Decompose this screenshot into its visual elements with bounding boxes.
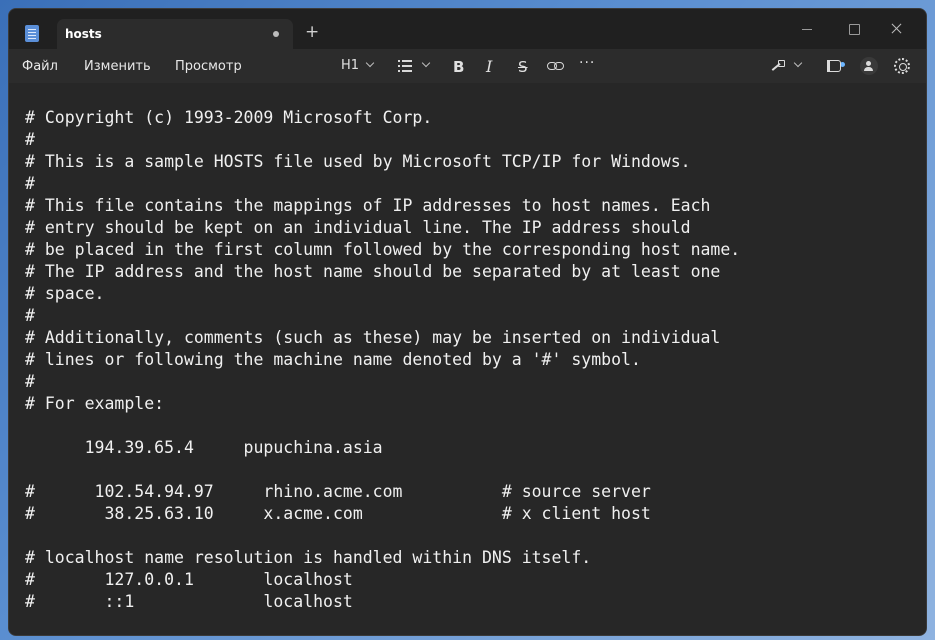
document-line[interactable]: # (25, 371, 740, 393)
account-icon (860, 57, 878, 75)
document-line[interactable] (25, 459, 740, 481)
document-line[interactable]: # 38.25.63.10 x.acme.com # x client host (25, 503, 740, 525)
document-line[interactable]: # space. (25, 283, 740, 305)
document-text[interactable]: # Copyright (c) 1993-2009 Microsoft Corp… (25, 107, 740, 613)
document-line[interactable]: # lines or following the machine name de… (25, 349, 740, 371)
document-line[interactable]: # This is a sample HOSTS file used by Mi… (25, 151, 740, 173)
megaphone-icon (827, 60, 841, 72)
document-line[interactable]: 194.39.65.4 pupuchina.asia (25, 437, 740, 459)
document-line[interactable]: # 102.54.94.97 rhino.acme.com # source s… (25, 481, 740, 503)
link-button[interactable] (547, 57, 565, 75)
settings-button[interactable] (894, 57, 910, 75)
tab-title: hosts (65, 27, 102, 41)
document-line[interactable]: # For example: (25, 393, 740, 415)
link-icon (547, 62, 564, 70)
document-line[interactable]: # (25, 305, 740, 327)
document-line[interactable]: # 127.0.0.1 localhost (25, 569, 740, 591)
notepad-app-icon (25, 25, 39, 42)
document-line[interactable]: # ::1 localhost (25, 591, 740, 613)
text-editor[interactable]: # Copyright (c) 1993-2009 Microsoft Corp… (9, 83, 926, 635)
list-dropdown[interactable] (398, 57, 434, 75)
document-line[interactable]: # (25, 129, 740, 151)
strikethrough-button[interactable]: S (518, 58, 528, 76)
document-line[interactable] (25, 415, 740, 437)
list-icon (398, 59, 412, 72)
heading-dropdown[interactable]: H1 (341, 57, 377, 75)
whats-new-button[interactable] (827, 57, 843, 75)
close-button[interactable] (875, 15, 919, 43)
minimize-button[interactable] (785, 15, 829, 43)
chevron-down-icon (365, 58, 375, 68)
notepad-window: hosts + Файл Изменить Просмотр H1 B I S … (8, 8, 927, 636)
document-line[interactable]: # be placed in the first column followed… (25, 239, 740, 261)
more-button[interactable]: ··· (579, 55, 595, 73)
document-line[interactable] (25, 525, 740, 547)
chevron-down-icon (421, 58, 431, 68)
document-line[interactable]: # This file contains the mappings of IP … (25, 195, 740, 217)
menu-view[interactable]: Просмотр (175, 59, 242, 74)
italic-button[interactable]: I (486, 57, 492, 76)
unsaved-dot-icon[interactable] (273, 31, 279, 37)
chevron-down-icon (793, 58, 803, 68)
document-line[interactable]: # Copyright (c) 1993-2009 Microsoft Corp… (25, 107, 740, 129)
gear-icon (894, 58, 910, 74)
heading-label: H1 (341, 58, 360, 73)
menu-bar: Файл Изменить Просмотр H1 B I S ··· (9, 49, 926, 83)
menu-file[interactable]: Файл (22, 59, 58, 74)
account-button[interactable] (860, 57, 878, 75)
document-line[interactable]: # Additionally, comments (such as these)… (25, 327, 740, 349)
copilot-icon (769, 60, 785, 74)
document-line[interactable]: # The IP address and the host name shoul… (25, 261, 740, 283)
copilot-dropdown[interactable] (769, 57, 805, 75)
menu-edit[interactable]: Изменить (84, 59, 151, 74)
bold-button[interactable]: B (453, 58, 464, 76)
document-line[interactable]: # entry should be kept on an individual … (25, 217, 740, 239)
maximize-button[interactable] (831, 15, 875, 43)
document-line[interactable]: # localhost name resolution is handled w… (25, 547, 740, 569)
title-bar: hosts + (9, 9, 926, 49)
tab-hosts[interactable]: hosts (57, 19, 293, 49)
document-line[interactable]: # (25, 173, 740, 195)
plus-icon[interactable]: + (305, 24, 319, 41)
